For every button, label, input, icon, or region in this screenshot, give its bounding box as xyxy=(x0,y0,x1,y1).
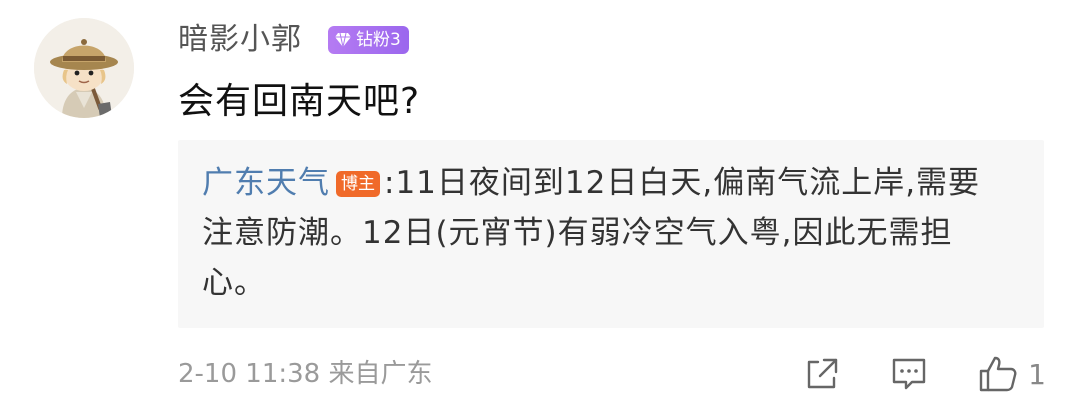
comment-text: 会有回南天吧? xyxy=(178,81,421,122)
cartoon-explorer-avatar-icon xyxy=(34,18,134,118)
reply-preview[interactable]: 广东天气 博主:11日夜间到12日白天,偏南气流上岸,需要注意防潮。12日(元宵节… xyxy=(178,140,1044,328)
gem-icon xyxy=(335,32,351,48)
blogger-badge: 博主 xyxy=(336,171,380,197)
comment-actions: 1 xyxy=(804,352,1046,396)
username[interactable]: 暗影小郭 xyxy=(178,20,302,60)
reply-author-link[interactable]: 广东天气 xyxy=(202,165,330,201)
like-button[interactable]: 1 xyxy=(978,352,1046,396)
share-button[interactable] xyxy=(804,352,840,396)
share-icon xyxy=(807,358,838,389)
reply-button[interactable] xyxy=(890,352,928,396)
like-count: 1 xyxy=(1028,357,1046,391)
fan-badge[interactable]: 钻粉3 xyxy=(328,26,409,54)
comment-timestamp: 2-10 11:38 来自广东 xyxy=(178,359,433,389)
thumbs-up-icon xyxy=(979,356,1017,392)
avatar[interactable] xyxy=(34,18,134,118)
reply-body: 广东天气 博主:11日夜间到12日白天,偏南气流上岸,需要注意防潮。12日(元宵节… xyxy=(202,158,1002,308)
comment-icon xyxy=(892,358,926,390)
fan-badge-label: 钻粉3 xyxy=(356,30,401,50)
comment-item: 暗影小郭 钻粉3 会有回南天吧? 广东天气 博主:11日夜间到12日白天,偏南气流… xyxy=(0,0,1080,402)
